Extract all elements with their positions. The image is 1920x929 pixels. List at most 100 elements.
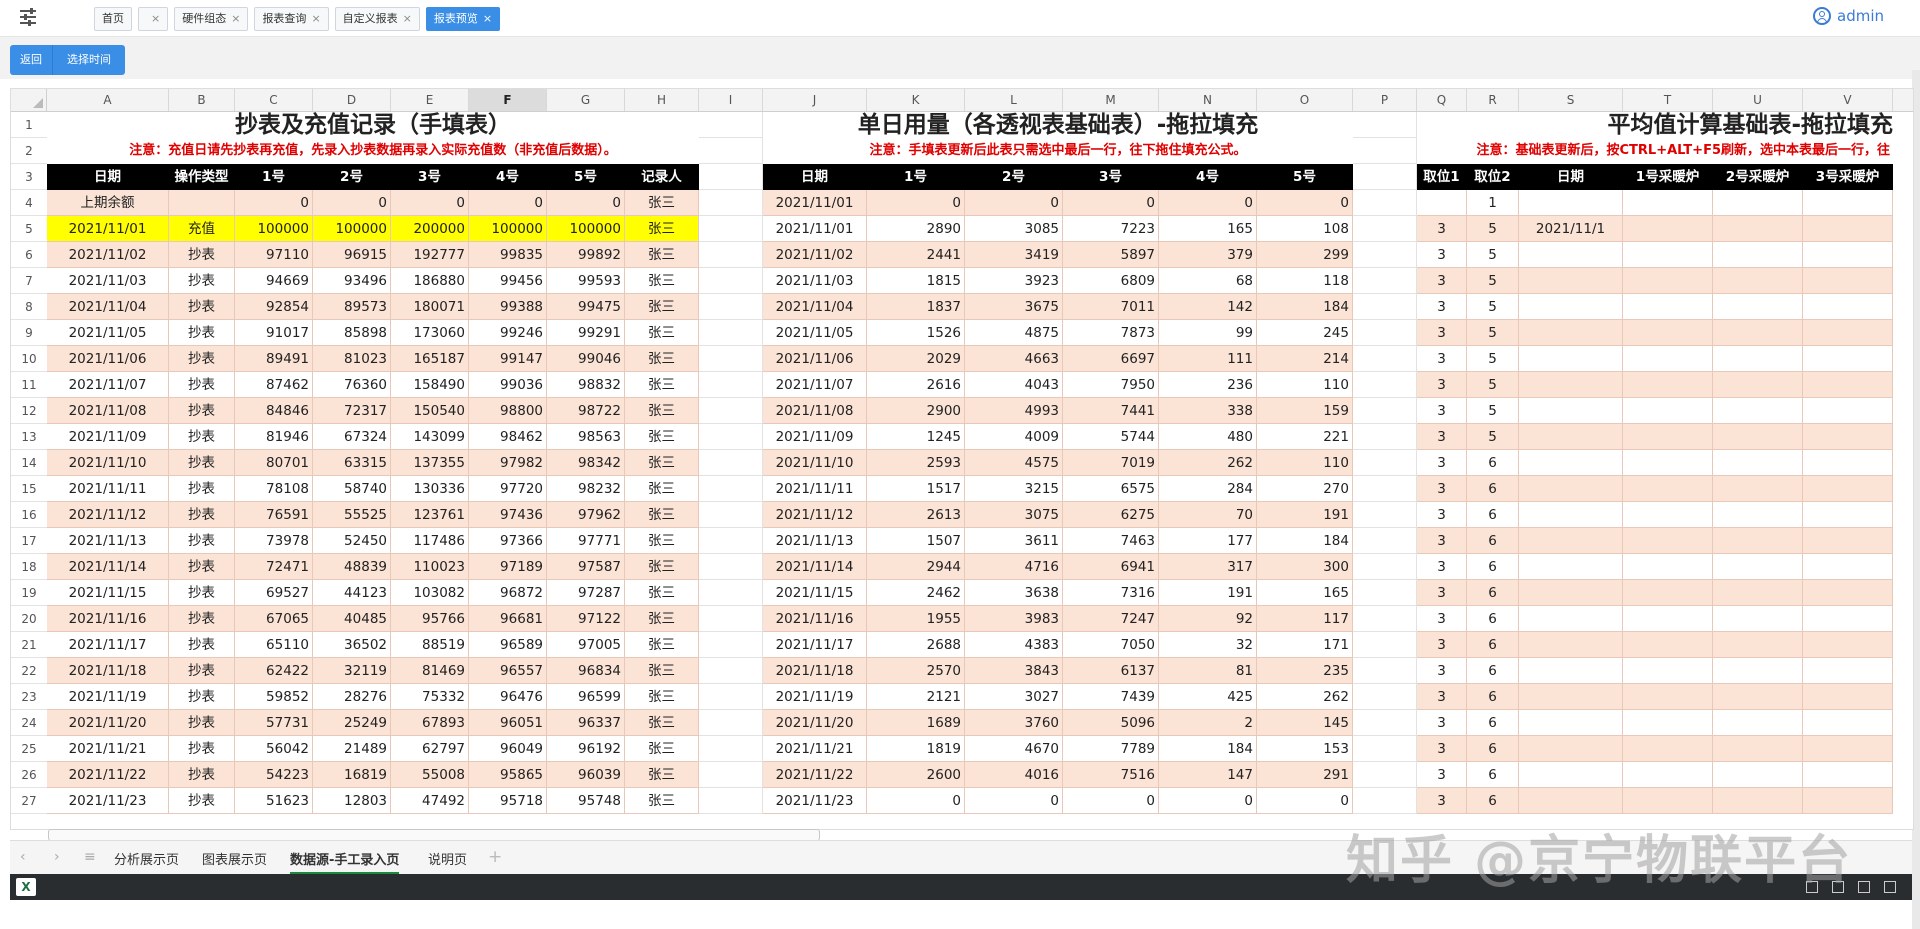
- section2-cell[interactable]: 5744: [1063, 424, 1159, 450]
- column-header-r[interactable]: R: [1467, 89, 1519, 111]
- section2-cell[interactable]: 1507: [867, 528, 965, 554]
- row-header-24[interactable]: 24: [11, 710, 47, 736]
- section1-cell[interactable]: 张三: [625, 554, 699, 580]
- section2-cell[interactable]: 3675: [965, 294, 1063, 320]
- section2-cell[interactable]: 0: [867, 190, 965, 216]
- empty-cell[interactable]: [699, 190, 763, 216]
- section1-cell[interactable]: 张三: [625, 372, 699, 398]
- section2-cell[interactable]: 338: [1159, 398, 1257, 424]
- section2-cell[interactable]: 7247: [1063, 606, 1159, 632]
- section1-cell[interactable]: 99388: [469, 294, 547, 320]
- section2-cell[interactable]: 171: [1257, 632, 1353, 658]
- section3-cell[interactable]: [1623, 788, 1713, 814]
- section3-cell[interactable]: 5: [1467, 268, 1519, 294]
- section3-cell[interactable]: [1519, 684, 1623, 710]
- section1-cell[interactable]: 62422: [235, 658, 313, 684]
- section1-cell[interactable]: 44123: [313, 580, 391, 606]
- section1-cell[interactable]: 抄表: [169, 684, 235, 710]
- section1-cell[interactable]: 54223: [235, 762, 313, 788]
- section3-cell[interactable]: 3: [1417, 372, 1467, 398]
- sheet-list-icon[interactable]: ≡: [84, 849, 96, 865]
- section2-cell[interactable]: 262: [1257, 684, 1353, 710]
- empty-cell[interactable]: [699, 346, 763, 372]
- section3-cell[interactable]: 3: [1417, 710, 1467, 736]
- row-header-8[interactable]: 8: [11, 294, 47, 320]
- section2-cell[interactable]: 214: [1257, 346, 1353, 372]
- section3-cell[interactable]: [1713, 372, 1803, 398]
- section1-cell[interactable]: 56042: [235, 736, 313, 762]
- section2-cell[interactable]: 99: [1159, 320, 1257, 346]
- section3-cell[interactable]: [1519, 398, 1623, 424]
- section3-cell[interactable]: [1519, 294, 1623, 320]
- column-header-c[interactable]: C: [235, 89, 313, 111]
- section1-cell[interactable]: 99892: [547, 242, 625, 268]
- row-header-20[interactable]: 20: [11, 606, 47, 632]
- section1-cell[interactable]: 16819: [313, 762, 391, 788]
- row-header-18[interactable]: 18: [11, 554, 47, 580]
- empty-cell[interactable]: [1353, 450, 1417, 476]
- empty-cell[interactable]: [699, 242, 763, 268]
- section1-cell[interactable]: 48839: [313, 554, 391, 580]
- spreadsheet[interactable]: ABCDEFGHIJKLMNOPQRSTUV 1 2 3 4 5 6 7 8 9 10 11 12 13…: [10, 88, 1914, 830]
- empty-cell[interactable]: [1353, 736, 1417, 762]
- section3-cell[interactable]: 5: [1467, 372, 1519, 398]
- section1-cell[interactable]: 76591: [235, 502, 313, 528]
- section2-cell[interactable]: 2021/11/06: [763, 346, 867, 372]
- row-header-26[interactable]: 26: [11, 762, 47, 788]
- section1-cell[interactable]: 91017: [235, 320, 313, 346]
- section2-cell[interactable]: 32: [1159, 632, 1257, 658]
- section3-cell[interactable]: 3: [1417, 450, 1467, 476]
- section2-header[interactable]: 日期: [763, 164, 867, 190]
- section1-cell[interactable]: 100000: [547, 216, 625, 242]
- section1-cell[interactable]: 97122: [547, 606, 625, 632]
- section2-cell[interactable]: 5897: [1063, 242, 1159, 268]
- section3-cell[interactable]: [1623, 762, 1713, 788]
- section1-header[interactable]: 5号: [547, 164, 625, 190]
- section1-cell[interactable]: 2021/11/23: [47, 788, 169, 814]
- row-header-23[interactable]: 23: [11, 684, 47, 710]
- section1-cell[interactable]: 96476: [469, 684, 547, 710]
- sheet-tab-0[interactable]: 分析展示页: [114, 849, 179, 868]
- section3-cell[interactable]: 3: [1417, 346, 1467, 372]
- empty-cell[interactable]: [699, 216, 763, 242]
- section3-cell[interactable]: [1623, 450, 1713, 476]
- section3-cell[interactable]: [1803, 450, 1893, 476]
- section2-cell[interactable]: 284: [1159, 476, 1257, 502]
- section1-cell[interactable]: 97436: [469, 502, 547, 528]
- section2-cell[interactable]: 4016: [965, 762, 1063, 788]
- section2-title[interactable]: 单日用量（各透视表基础表）-拖拉填充: [763, 112, 1353, 138]
- section3-cell[interactable]: [1713, 736, 1803, 762]
- empty-cell[interactable]: [699, 684, 763, 710]
- close-icon[interactable]: ×: [151, 8, 160, 30]
- empty-cell[interactable]: [1353, 710, 1417, 736]
- section3-cell[interactable]: [1519, 242, 1623, 268]
- section3-cell[interactable]: [1519, 528, 1623, 554]
- row-header-27[interactable]: 27: [11, 788, 47, 814]
- empty-cell[interactable]: [1353, 242, 1417, 268]
- section3-cell[interactable]: 3: [1417, 268, 1467, 294]
- empty-cell[interactable]: [699, 710, 763, 736]
- section1-cell[interactable]: 抄表: [169, 788, 235, 814]
- section1-cell[interactable]: 103082: [391, 580, 469, 606]
- section2-cell[interactable]: 70: [1159, 502, 1257, 528]
- empty-cell[interactable]: [1353, 632, 1417, 658]
- section1-cell[interactable]: 抄表: [169, 398, 235, 424]
- section3-cell[interactable]: 6: [1467, 736, 1519, 762]
- section1-cell[interactable]: 158490: [391, 372, 469, 398]
- section3-cell[interactable]: [1803, 294, 1893, 320]
- section1-cell[interactable]: 123761: [391, 502, 469, 528]
- section3-cell[interactable]: [1519, 762, 1623, 788]
- section1-cell[interactable]: 2021/11/22: [47, 762, 169, 788]
- section2-cell[interactable]: 2900: [867, 398, 965, 424]
- section3-cell[interactable]: [1519, 372, 1623, 398]
- section2-cell[interactable]: 2021/11/01: [763, 190, 867, 216]
- section1-cell[interactable]: 抄表: [169, 658, 235, 684]
- section3-cell[interactable]: 3: [1417, 528, 1467, 554]
- section1-cell[interactable]: 32119: [313, 658, 391, 684]
- section1-cell[interactable]: 200000: [391, 216, 469, 242]
- section3-cell[interactable]: [1623, 216, 1713, 242]
- section3-cell[interactable]: [1713, 346, 1803, 372]
- section2-header[interactable]: 5号: [1257, 164, 1353, 190]
- section1-cell[interactable]: 张三: [625, 398, 699, 424]
- section3-cell[interactable]: [1623, 346, 1713, 372]
